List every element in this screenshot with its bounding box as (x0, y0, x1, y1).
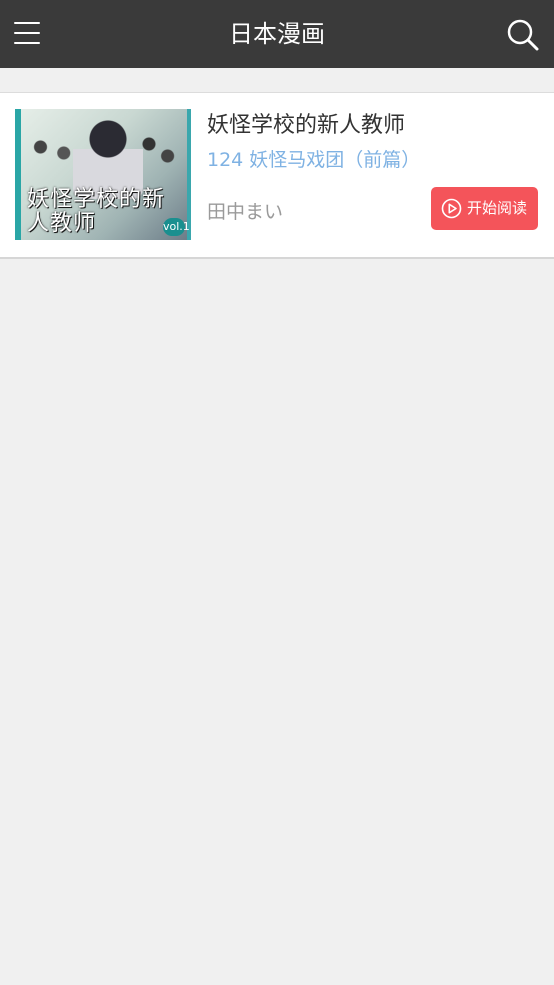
volume-badge: vol.1 (163, 218, 190, 236)
manga-title[interactable]: 妖怪学校的新人教师 (207, 111, 405, 141)
cover-title-text: 妖怪学校的新人教师 (27, 187, 166, 236)
manga-cover-image[interactable]: 妖怪学校的新人教师 vol.1 (15, 109, 191, 240)
start-reading-button[interactable]: 开始阅读 (431, 187, 538, 230)
start-reading-label: 开始阅读 (467, 199, 528, 217)
latest-chapter[interactable]: 124 妖怪马戏团（前篇） (207, 147, 420, 173)
play-circle-icon (441, 198, 462, 219)
search-icon[interactable] (506, 18, 540, 52)
manga-list-item[interactable]: 妖怪学校的新人教师 vol.1 妖怪学校的新人教师 124 妖怪马戏团（前篇） … (0, 92, 554, 259)
author-name: 田中まい (207, 201, 284, 223)
top-app-bar: 日本漫画 (0, 0, 554, 68)
page-title: 日本漫画 (229, 20, 325, 48)
